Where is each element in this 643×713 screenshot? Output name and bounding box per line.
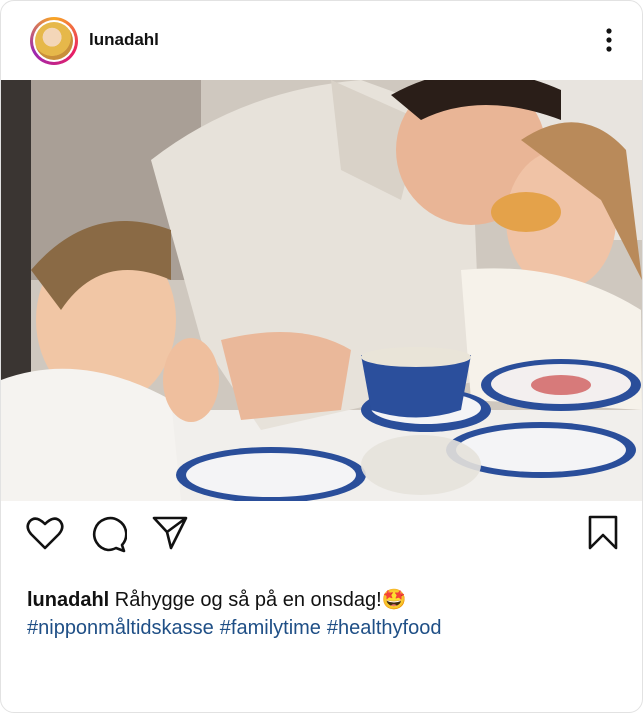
username[interactable]: lunadahl <box>89 30 159 50</box>
more-vertical-icon[interactable] <box>599 25 619 55</box>
post-photo[interactable] <box>1 80 642 501</box>
hashtag-line: #nipponmåltidskasse #familytime #healthyfo… <box>27 614 627 642</box>
post-caption: lunadahl Råhygge og så på en onsdag!🤩 <box>27 586 627 614</box>
comment-icon[interactable] <box>89 515 127 553</box>
heart-icon[interactable] <box>25 515 65 551</box>
avatar[interactable] <box>30 17 78 65</box>
avatar-photo <box>35 22 73 60</box>
send-icon[interactable] <box>151 515 189 551</box>
caption-emoji: 🤩 <box>381 589 407 611</box>
caption-username[interactable]: lunadahl <box>27 589 109 611</box>
post-header: lunadahl <box>1 1 642 79</box>
bookmark-icon[interactable] <box>587 515 619 551</box>
hashtag-link[interactable]: #nipponmåltidskasse <box>27 617 214 639</box>
hashtag-link[interactable]: #familytime <box>220 617 321 639</box>
caption-text: Råhygge og så på en onsdag! <box>109 589 382 611</box>
action-bar <box>1 501 642 571</box>
instagram-post-card: lunadahl lunadahl Råhygge og så på en on… <box>0 0 643 713</box>
hashtag-link[interactable]: #healthyfood <box>327 617 442 639</box>
